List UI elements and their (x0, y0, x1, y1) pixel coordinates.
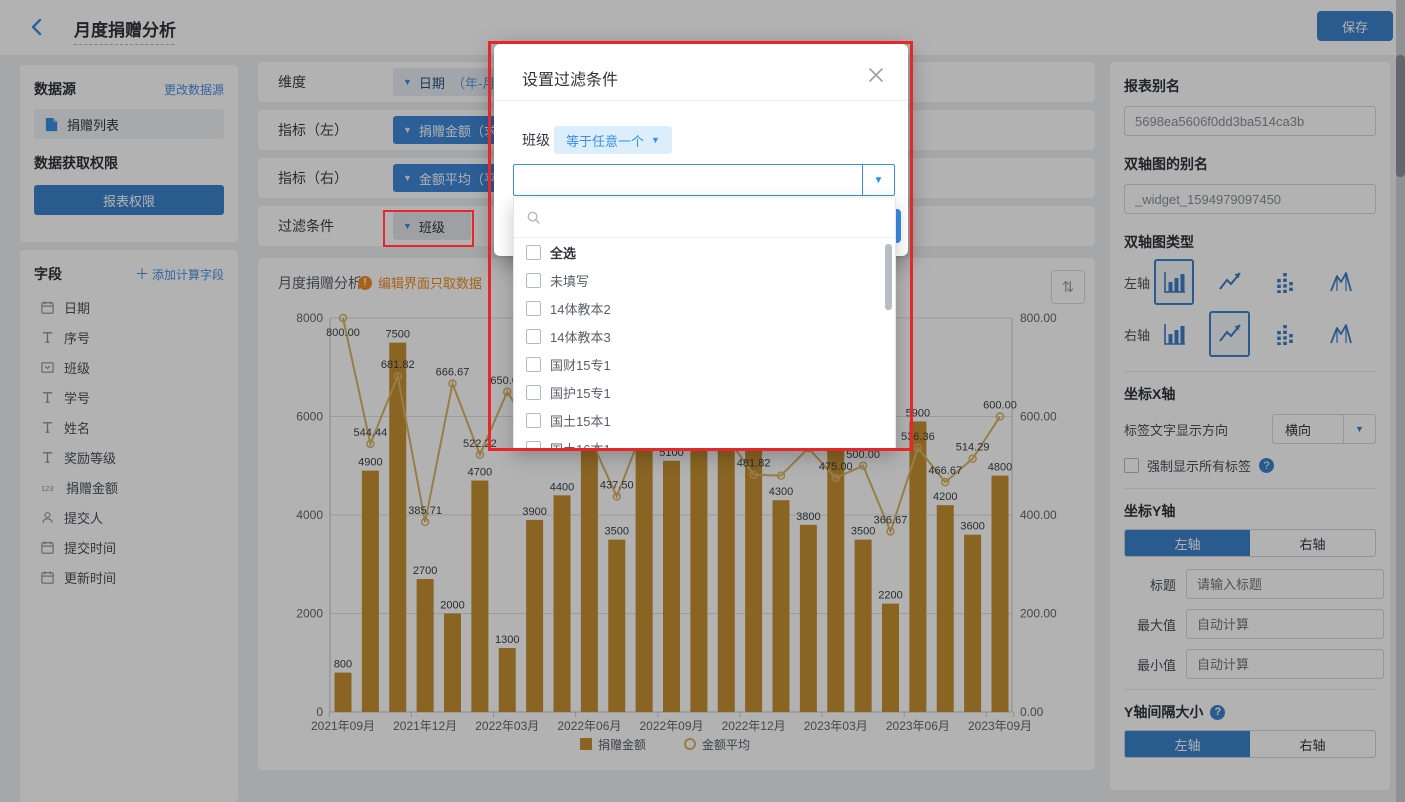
caret-down-icon[interactable]: ▼ (862, 165, 894, 195)
search-row (514, 198, 895, 238)
filter-option-国财15专1[interactable]: 国财15专1 (514, 350, 895, 378)
filter-value-select[interactable]: ▼ (513, 164, 895, 196)
search-icon (526, 210, 541, 225)
option-search-input[interactable] (550, 210, 883, 225)
popup-scrollbar-thumb[interactable] (885, 244, 892, 310)
option-checkbox[interactable] (526, 329, 541, 344)
close-icon[interactable] (866, 65, 886, 85)
filter-option-国土15本1[interactable]: 国土15本1 (514, 406, 895, 434)
dialog-title: 设置过滤条件 (522, 66, 618, 90)
filter-option-国护15专1[interactable]: 国护15专1 (514, 378, 895, 406)
option-checkbox[interactable] (526, 441, 541, 450)
option-checkbox[interactable] (526, 357, 541, 372)
filter-option-全选[interactable]: 全选 (514, 238, 895, 266)
filter-option-未填写[interactable]: 未填写 (514, 266, 895, 294)
caret-down-icon: ▼ (651, 135, 660, 145)
filter-option-14体教本2[interactable]: 14体教本2 (514, 294, 895, 322)
option-checkbox[interactable] (526, 301, 541, 316)
filter-options-popup: 全选未填写14体教本214体教本3国财15专1国护15专1国土15本1国土16本… (513, 197, 896, 449)
option-checkbox[interactable] (526, 245, 541, 260)
option-checkbox[interactable] (526, 273, 541, 288)
filter-option-国土16本1[interactable]: 国土16本1 (514, 434, 895, 449)
operator-select[interactable]: 等于任意一个 ▼ (554, 126, 672, 154)
option-checkbox[interactable] (526, 385, 541, 400)
filter-field-label: 班级 (522, 126, 550, 154)
filter-option-14体教本3[interactable]: 14体教本3 (514, 322, 895, 350)
option-checkbox[interactable] (526, 413, 541, 428)
options-list: 全选未填写14体教本214体教本3国财15专1国护15专1国土15本1国土16本… (514, 238, 895, 449)
